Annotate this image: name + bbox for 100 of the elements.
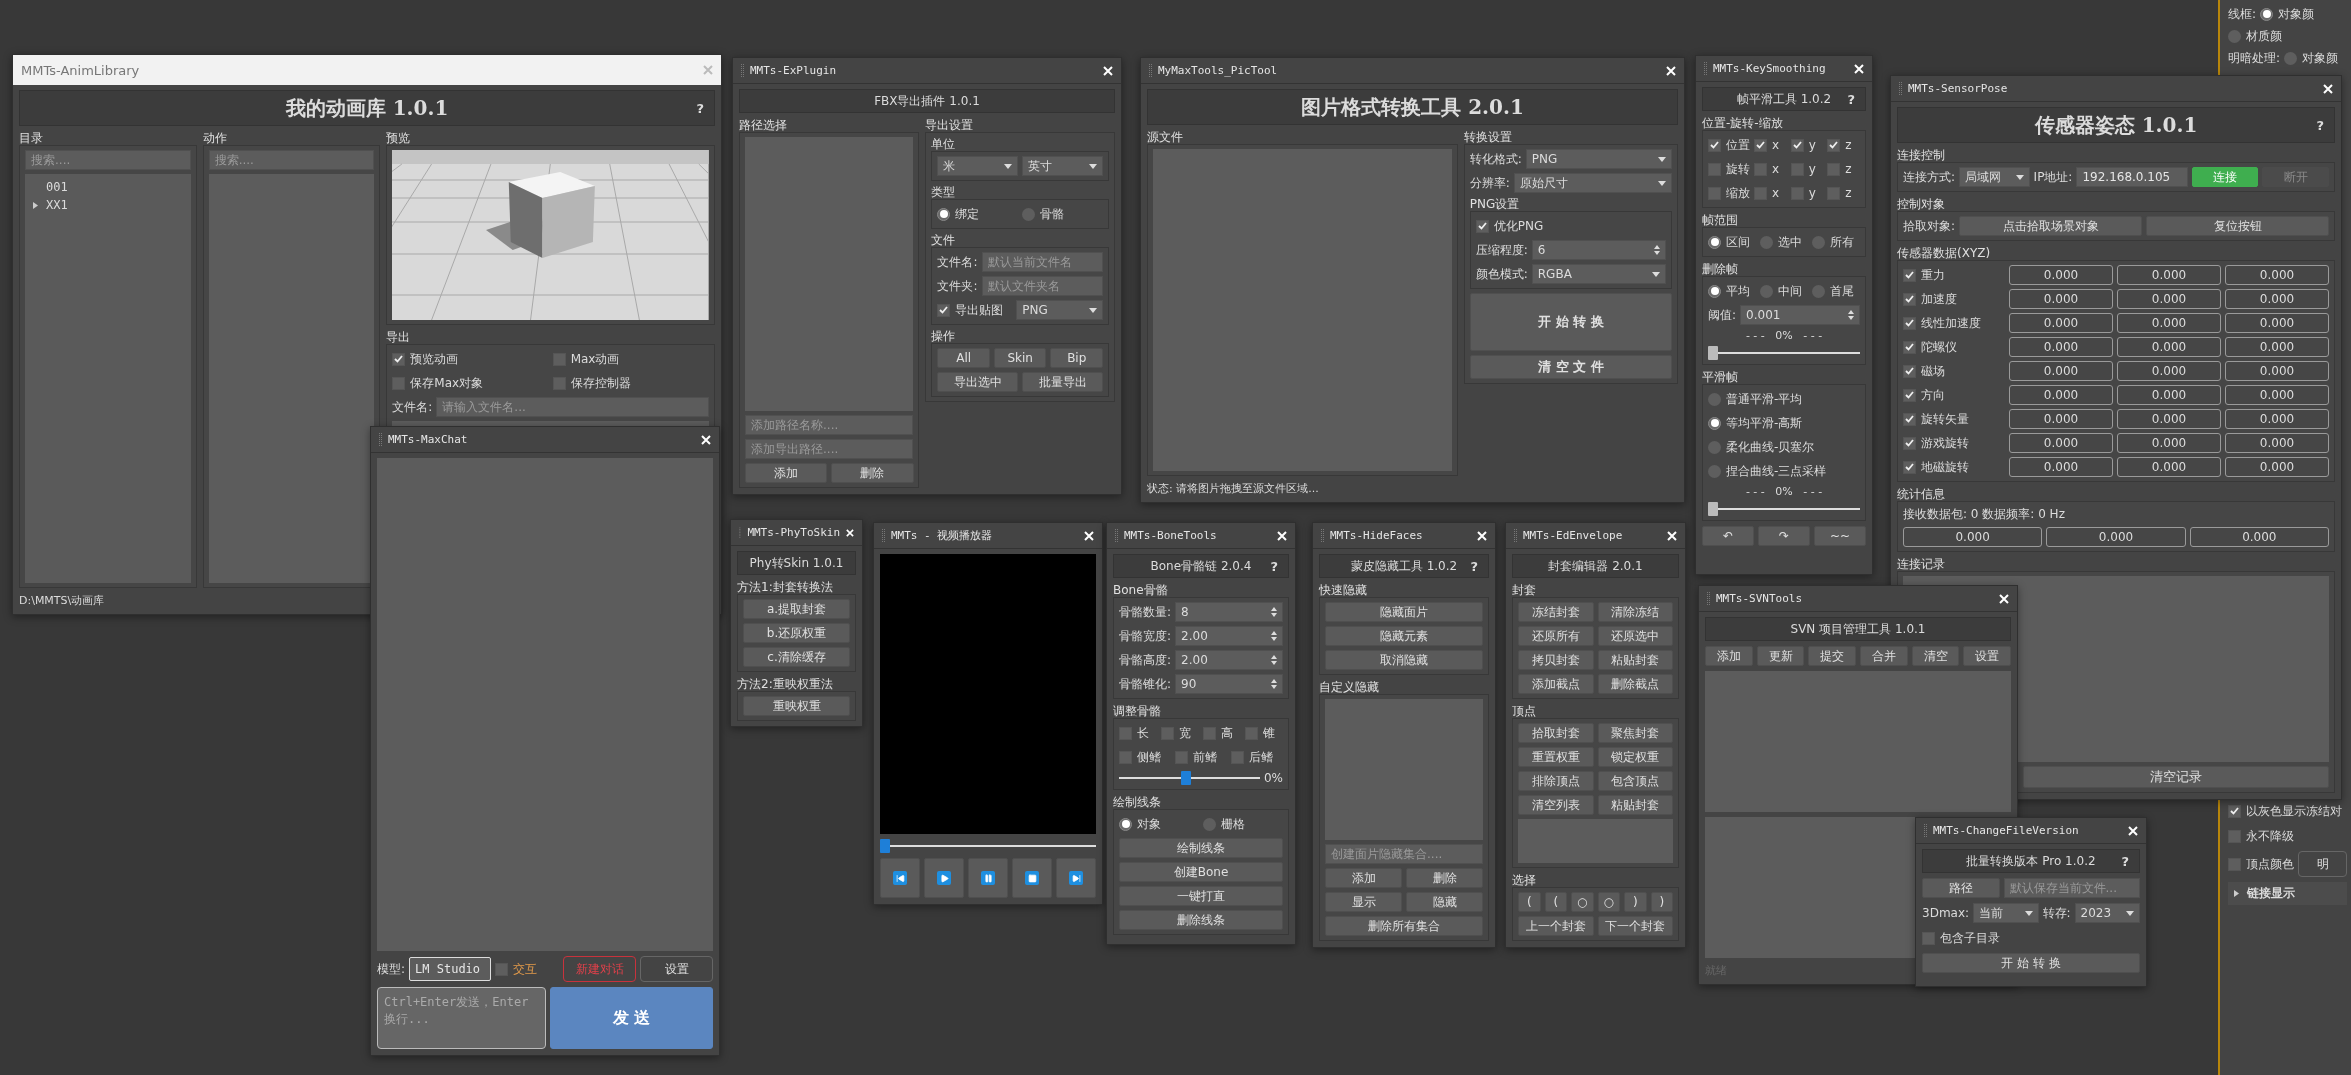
- button[interactable]: c.清除缓存: [743, 647, 850, 667]
- slider-thumb[interactable]: [1708, 346, 1718, 360]
- button[interactable]: 重置权重: [1518, 747, 1594, 767]
- checkbox[interactable]: y: [1790, 183, 1824, 203]
- checkbox[interactable]: 方向: [1903, 385, 2005, 405]
- slider-thumb[interactable]: [1180, 771, 1191, 785]
- checkbox[interactable]: 宽: [1161, 723, 1199, 743]
- radio-button[interactable]: 对象颜: [2260, 4, 2347, 24]
- slider-track[interactable]: [880, 839, 1096, 853]
- button[interactable]: 添加: [1325, 868, 1402, 888]
- checkbox[interactable]: 保存Max对象: [392, 373, 549, 393]
- checkbox[interactable]: 缩放: [1708, 183, 1750, 203]
- button[interactable]: 排除顶点: [1518, 771, 1594, 791]
- checkbox[interactable]: Max动画: [552, 349, 709, 369]
- button[interactable]: 包含顶点: [1597, 771, 1673, 791]
- message-field[interactable]: Ctrl+Enter发送，Enter换行...: [377, 987, 546, 1049]
- slider-track[interactable]: [1708, 346, 1860, 360]
- input-field[interactable]: 默认文件夹名: [981, 276, 1103, 296]
- button[interactable]: ○: [1597, 892, 1620, 912]
- button[interactable]: ↷: [1758, 526, 1810, 546]
- checkbox[interactable]: x: [1754, 135, 1787, 155]
- button[interactable]: 还原选中: [1597, 626, 1673, 646]
- rollout-header[interactable]: 链接显示: [2228, 882, 2347, 905]
- spinner-field[interactable]: 0.001: [1740, 305, 1860, 325]
- input-field[interactable]: 搜索....: [25, 150, 191, 170]
- button[interactable]: 创建Bone: [1119, 862, 1283, 882]
- checkbox[interactable]: y: [1790, 159, 1824, 179]
- button[interactable]: b.还原权重: [743, 623, 850, 643]
- button[interactable]: 拾取封套: [1518, 723, 1594, 743]
- button[interactable]: 清空: [1911, 646, 1960, 666]
- button[interactable]: All: [937, 348, 990, 368]
- checkbox[interactable]: 长: [1119, 723, 1157, 743]
- checkbox[interactable]: z: [1827, 159, 1860, 179]
- checkbox[interactable]: 顶点颜色: [2228, 854, 2294, 874]
- checkbox[interactable]: 锥: [1245, 723, 1283, 743]
- button[interactable]: 绘制线条: [1119, 838, 1283, 858]
- button[interactable]: 开 始 转 换: [1922, 953, 2140, 973]
- help-button[interactable]: ?: [694, 100, 706, 116]
- spinner-field[interactable]: 2.00: [1175, 626, 1283, 646]
- button[interactable]: 导出选中: [937, 372, 1019, 392]
- button[interactable]: 清空列表: [1518, 795, 1594, 815]
- button[interactable]: 删除线条: [1119, 910, 1283, 930]
- radio-button[interactable]: 对象颜: [2284, 48, 2347, 68]
- button[interactable]: Bip: [1050, 348, 1103, 368]
- slider-track[interactable]: [1708, 502, 1860, 516]
- button[interactable]: 拷贝封套: [1518, 650, 1594, 670]
- media-button[interactable]: [968, 858, 1008, 898]
- spinner-field[interactable]: 8: [1175, 602, 1283, 622]
- button[interactable]: 删除: [1406, 868, 1483, 888]
- input-field[interactable]: 请输入文件名...: [436, 397, 709, 417]
- checkbox[interactable]: 高: [1203, 723, 1241, 743]
- button[interactable]: 显示: [1325, 892, 1402, 912]
- tree-item[interactable]: 001: [29, 180, 187, 194]
- dropdown[interactable]: RGBA: [1531, 264, 1666, 284]
- radio-button[interactable]: 柔化曲线-贝塞尔: [1708, 437, 1860, 457]
- media-button[interactable]: [880, 858, 920, 898]
- radio-button[interactable]: 等均平滑-高斯: [1708, 413, 1860, 433]
- radio-button[interactable]: 对象: [1119, 814, 1199, 834]
- checkbox[interactable]: x: [1754, 159, 1787, 179]
- dropdown[interactable]: PNG: [1525, 149, 1672, 169]
- button[interactable]: 连接: [2191, 167, 2259, 187]
- checkbox[interactable]: 旋转矢量: [1903, 409, 2005, 429]
- checkbox[interactable]: 前鳍: [1175, 747, 1227, 767]
- spinner-field[interactable]: 6: [1531, 240, 1666, 260]
- button[interactable]: 隐藏面片: [1325, 602, 1483, 622]
- checkbox[interactable]: 保存控制器: [552, 373, 709, 393]
- button[interactable]: 聚焦封套: [1597, 723, 1673, 743]
- checkbox[interactable]: 导出贴图: [937, 300, 1013, 320]
- button[interactable]: 批量导出: [1022, 372, 1103, 392]
- button[interactable]: 取消隐藏: [1325, 650, 1483, 670]
- checkbox[interactable]: 加速度: [1903, 289, 2005, 309]
- checkbox[interactable]: 后鳍: [1231, 747, 1283, 767]
- radio-button[interactable]: 材质颜: [2228, 26, 2347, 46]
- help-button[interactable]: ?: [1268, 558, 1280, 574]
- checkbox[interactable]: 地磁旋转: [1903, 457, 2005, 477]
- checkbox[interactable]: 侧鳍: [1119, 747, 1171, 767]
- checkbox[interactable]: 游戏旋转: [1903, 433, 2005, 453]
- button[interactable]: 清除冻结: [1597, 602, 1673, 622]
- button[interactable]: 设置: [640, 956, 713, 982]
- button[interactable]: ~~: [1814, 526, 1866, 546]
- button[interactable]: 点击拾取场景对象: [1959, 216, 2143, 236]
- dropdown[interactable]: 当前: [1973, 903, 2039, 923]
- checkbox[interactable]: 磁场: [1903, 361, 2005, 381]
- radio-button[interactable]: 选中: [1760, 232, 1808, 252]
- button[interactable]: 添加: [745, 463, 828, 483]
- help-button[interactable]: ?: [2119, 853, 2131, 869]
- button[interactable]: 隐藏元素: [1325, 626, 1483, 646]
- button[interactable]: 删除截点: [1597, 674, 1673, 694]
- checkbox[interactable]: y: [1790, 135, 1824, 155]
- button[interactable]: 粘贴封套: [1597, 795, 1673, 815]
- media-button[interactable]: [1012, 858, 1052, 898]
- button[interactable]: a.提取封套: [743, 599, 850, 619]
- checkbox[interactable]: x: [1754, 183, 1787, 203]
- spinner-field[interactable]: 90: [1175, 674, 1283, 694]
- checkbox[interactable]: z: [1827, 135, 1860, 155]
- radio-button[interactable]: 普通平滑-平均: [1708, 389, 1860, 409]
- button[interactable]: 删除: [831, 463, 914, 483]
- button[interactable]: 设置: [1963, 646, 2012, 666]
- button[interactable]: 粘贴封套: [1597, 650, 1673, 670]
- checkbox[interactable]: 交互: [494, 959, 560, 979]
